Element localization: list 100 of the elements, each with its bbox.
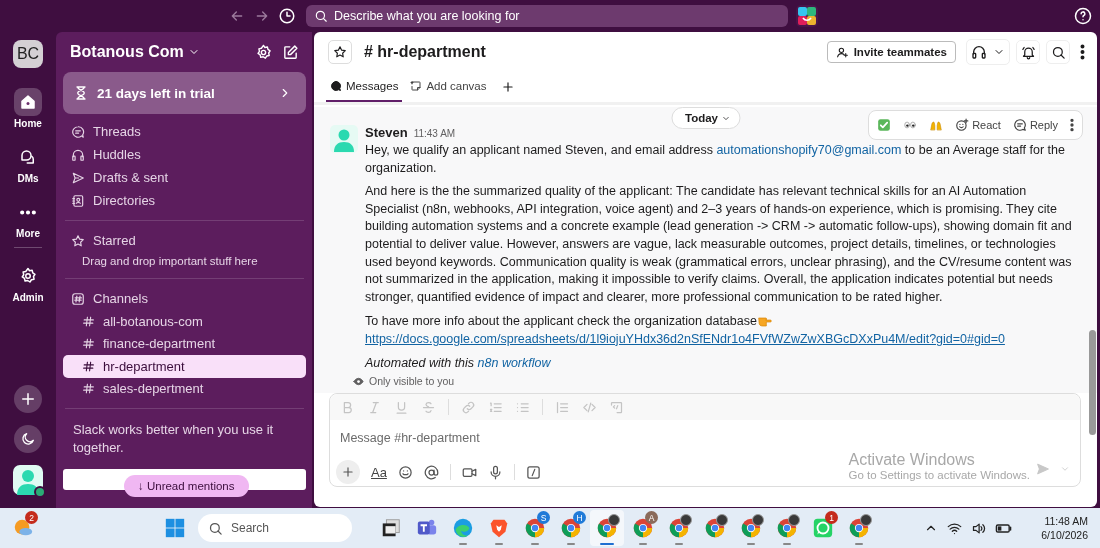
bell-icon xyxy=(1020,44,1036,60)
author-name[interactable]: Steven xyxy=(365,125,408,140)
rail-label: Admin xyxy=(12,292,44,303)
taskbar-button[interactable] xyxy=(590,510,624,546)
more-icon xyxy=(19,209,37,215)
star-button[interactable] xyxy=(328,40,352,64)
channel-item[interactable]: hr-department xyxy=(63,355,306,378)
channel-item[interactable]: finance-department xyxy=(63,332,306,355)
threads-icon xyxy=(71,124,85,139)
search-icon xyxy=(314,9,328,23)
format-toggle[interactable]: Aa xyxy=(371,464,387,480)
plus-icon xyxy=(500,80,515,94)
add-button[interactable] xyxy=(14,385,42,413)
hash-icon xyxy=(82,359,95,373)
channels-section[interactable]: Channels xyxy=(63,287,306,310)
workspace-menu[interactable]: Botanous Com xyxy=(70,43,200,61)
reply-icon xyxy=(1012,118,1027,132)
taskbar-search-field[interactable]: Search xyxy=(198,514,352,542)
windows-logo-icon[interactable] xyxy=(164,517,186,539)
huddle-button[interactable] xyxy=(966,39,1010,65)
clock[interactable]: 11:48 AM 6/10/2026 xyxy=(1041,514,1088,542)
link[interactable]: n8n workflow xyxy=(477,355,551,370)
quote-icon xyxy=(555,399,570,415)
taskbar-button[interactable]: S xyxy=(518,510,552,546)
badge: H xyxy=(573,511,586,524)
home-icon xyxy=(19,93,37,111)
starred-section[interactable]: Starred xyxy=(63,229,306,252)
mention-icon xyxy=(423,464,439,480)
back-arrow-icon xyxy=(229,8,245,24)
link-icon xyxy=(461,399,476,415)
chevron-down-icon xyxy=(1060,464,1070,474)
rail-label: DMs xyxy=(17,173,39,184)
link[interactable]: automationshopify70@gmail.com xyxy=(716,143,902,157)
settings-icon xyxy=(19,267,37,285)
sidebar-item[interactable]: Directories xyxy=(63,189,306,212)
strikethrough-icon xyxy=(421,399,436,415)
message-text: To have more info about the applicant check the organization database https://docs.google.com/spreadsheets/d/1l9iojuYHdx36d2nSfENdr1o4FVfWZwZwXBGcDXxPu4M/edit?gid=0#gid=0 xyxy=(365,312,1006,348)
more-icon xyxy=(1080,44,1085,60)
eye-icon xyxy=(353,375,364,387)
code-block-icon xyxy=(609,399,624,415)
user-avatar[interactable] xyxy=(13,465,43,495)
hash-icon xyxy=(82,337,95,351)
link[interactable]: https://docs.google.com/spreadsheets/d/1l9iojuYHdx36d2nSfENdr1o4FVfWZwZwXBGcDXxPu4M/edit?gid=0#gid=0 xyxy=(365,331,1005,346)
taskbar-button[interactable]: 1 xyxy=(806,510,840,546)
send-icon xyxy=(71,170,85,185)
add-reaction-icon xyxy=(955,118,970,132)
message-composer[interactable]: Message #hr-department Aa Activate Windows Go to Settings to activate Windows. xyxy=(329,393,1081,487)
channel-item[interactable]: all-botanous-com xyxy=(63,310,306,333)
compose-icon xyxy=(282,43,299,61)
workspace-avatar[interactable]: BC xyxy=(13,40,43,68)
promo-text: Slack works better when you use it together. xyxy=(72,421,275,457)
italic-icon xyxy=(367,399,382,415)
search-button[interactable] xyxy=(1046,40,1070,64)
headphones-icon xyxy=(971,44,987,60)
trial-banner[interactable]: 21 days left in trial xyxy=(63,72,306,114)
tab[interactable]: Messages xyxy=(326,72,403,102)
check-mark-icon xyxy=(877,118,892,132)
hash-icon xyxy=(82,314,95,328)
notifications-button[interactable] xyxy=(1016,40,1040,64)
message-text: Hey, we qualify an applicant named Steven, and email address automationshopify70@gmail.com to be an Average staff for the organization. xyxy=(365,142,1066,177)
plus-icon xyxy=(19,390,37,408)
shield-app-icon[interactable] xyxy=(488,517,510,539)
attach-button[interactable] xyxy=(336,460,360,484)
help-icon xyxy=(1074,7,1092,25)
activation-hint: Go to Settings to activate Windows. xyxy=(848,469,1030,481)
chat-bubbles-icon xyxy=(19,148,37,166)
task-view-icon[interactable] xyxy=(380,517,402,539)
search-field[interactable]: Describe what you are looking for xyxy=(306,5,788,27)
history-icon xyxy=(278,7,296,25)
invite-button[interactable]: Invite teammates xyxy=(826,41,956,63)
rail-button[interactable] xyxy=(14,88,42,116)
moon-icon xyxy=(20,431,36,447)
channel-title: # hr-department xyxy=(364,43,486,61)
channels-icon xyxy=(71,291,85,306)
date-divider[interactable]: Today xyxy=(671,107,740,129)
sidebar-item[interactable]: Drafts & sent xyxy=(63,166,306,189)
taskbar-button[interactable]: H xyxy=(554,510,588,546)
emoji-icon xyxy=(397,464,413,480)
theme-button[interactable] xyxy=(14,425,42,453)
channel-item[interactable]: sales-depertment xyxy=(63,377,306,400)
sidebar-item[interactable]: Threads xyxy=(63,120,306,143)
unread-mentions-button[interactable]: ↓ Unread mentions xyxy=(124,475,249,497)
app-logo-icon[interactable] xyxy=(796,5,818,27)
numbered-list-icon xyxy=(488,399,503,415)
reply-button[interactable]: Reply xyxy=(1012,118,1058,132)
taskbar-button[interactable]: A xyxy=(626,510,660,546)
hash-icon xyxy=(82,382,95,396)
taskbar-button[interactable]: 2 xyxy=(6,510,40,546)
plus-icon xyxy=(341,465,355,479)
message-text: Automated with this n8n workflow xyxy=(365,354,552,372)
sidebar-item[interactable]: Huddles xyxy=(63,143,306,166)
message-text: And here is the the summarized quality of the applicant: The candidate has relevant technical skills for an AI Automation Specialist (n8n, webhooks, API integration, voice agent) and 2–3 years of hands-on experience, which is promising. They cite building automation systems and a concrete example (lead generation -> CRM -> automatic follow-ups), showing domain fit and potential to deliver value. However, answers are vague, lack measurable outcomes, project details, timelines, or technologies used beyond keywords. Communication quality is weak (grammatical errors, unclear phrasing), and the CV/resume content was not summarized in the application, making it impossible to verify claims. Overall, the application indicates potential but needs stronger, quantified evidence of impact and clearer, more professional communication to be rated higher. xyxy=(365,183,1073,306)
badge: 2 xyxy=(25,511,38,524)
react-button[interactable]: React xyxy=(955,118,1001,132)
more-icon xyxy=(1070,118,1074,132)
timestamp: 11:43 AM xyxy=(413,128,456,139)
tab[interactable]: Add canvas xyxy=(406,72,491,102)
badge: 1 xyxy=(825,511,838,524)
chat-app-icon[interactable] xyxy=(812,517,834,539)
settings-icon xyxy=(255,43,272,61)
